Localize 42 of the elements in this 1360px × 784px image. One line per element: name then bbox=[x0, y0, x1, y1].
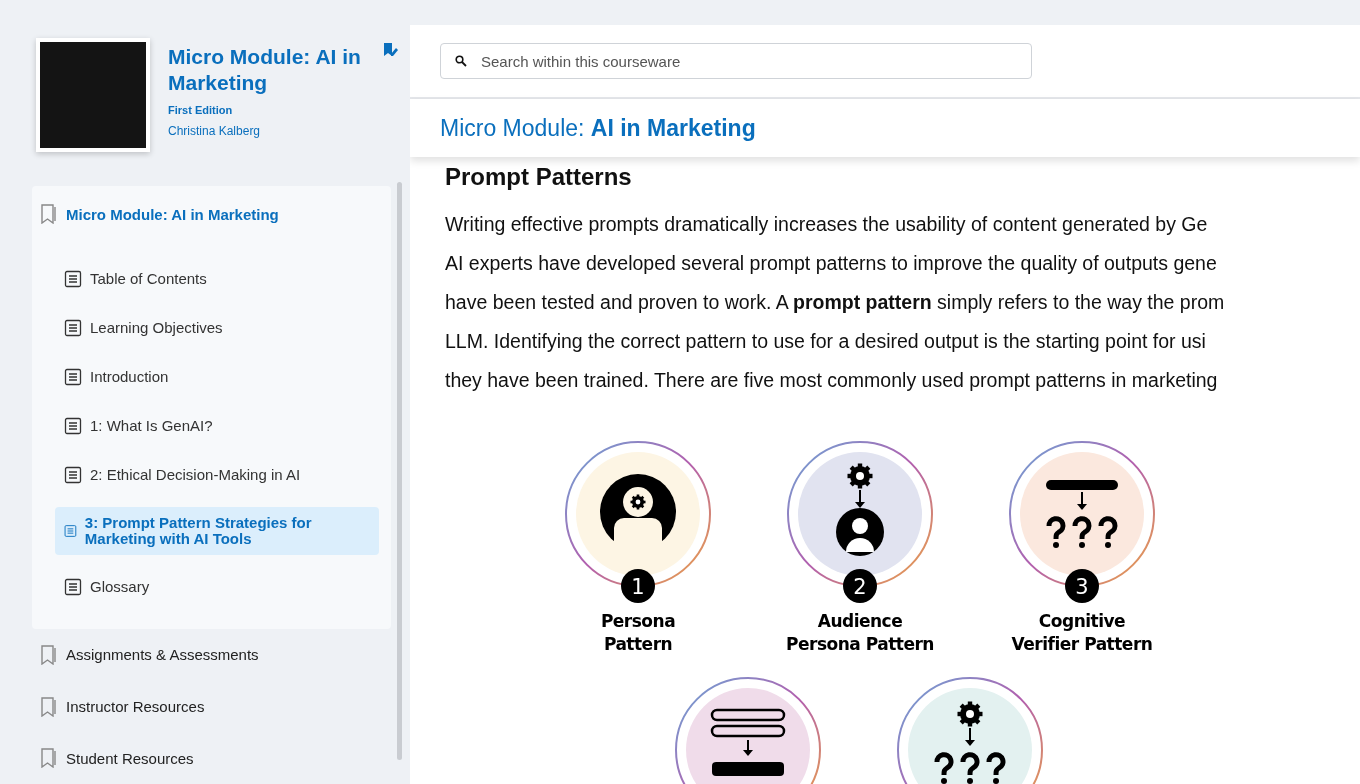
document-icon bbox=[64, 522, 77, 540]
toc-item[interactable]: Learning Objectives bbox=[55, 311, 379, 345]
document-icon bbox=[64, 466, 82, 484]
book-edition: First Edition bbox=[168, 104, 234, 116]
bookmark-edit-icon[interactable] bbox=[382, 42, 398, 58]
pattern-label: Persona Pattern bbox=[600, 610, 676, 656]
pattern-badge-drawing: 1 bbox=[564, 440, 712, 604]
pattern-badge-drawing: 2 bbox=[786, 440, 934, 604]
section-link[interactable]: Student Resources bbox=[66, 749, 194, 767]
section-link[interactable]: Assignments & Assessments bbox=[66, 646, 259, 664]
document-icon bbox=[64, 417, 82, 435]
paragraph-line: LLM. Identifying the correct pattern to use for a desired output is the starting point for usi bbox=[445, 329, 1206, 354]
paragraph-line: AI experts have developed several prompt patterns to improve the quality of outputs gene bbox=[445, 251, 1217, 276]
bookmark-icon bbox=[40, 696, 58, 717]
scrollbar[interactable] bbox=[397, 182, 402, 760]
section-link[interactable]: Instructor Resources bbox=[66, 698, 205, 715]
bookmark-icon bbox=[40, 644, 58, 665]
document-icon bbox=[64, 270, 82, 288]
toc-heading[interactable]: Micro Module: AI in Marketing bbox=[66, 205, 279, 223]
document-icon bbox=[64, 319, 82, 337]
toc-item[interactable]: 1: What Is GenAI? bbox=[55, 409, 379, 443]
toc-item[interactable]: Glossary bbox=[55, 570, 379, 604]
bookmark-icon bbox=[40, 748, 58, 769]
pattern-label: Cognitive Verifier Pattern bbox=[1011, 610, 1153, 656]
pattern-badge-drawing: 3 bbox=[1008, 440, 1156, 604]
bookmark-icon bbox=[40, 204, 58, 224]
paragraph-line: Writing effective prompts dramatically increases the usability of content generated by Ge bbox=[445, 212, 1208, 237]
book-author: Christina Kalberg bbox=[168, 124, 262, 138]
toc-item[interactable]: Table of Contents bbox=[55, 262, 379, 296]
toc-item[interactable]: Introduction bbox=[55, 360, 379, 394]
search-icon bbox=[455, 55, 467, 67]
toc-item[interactable]: 2: Ethical Decision-Making in AI bbox=[55, 458, 379, 492]
toc-item[interactable]: 3: Prompt Pattern Strategies for Marketing with AI Tools bbox=[55, 507, 379, 555]
search-field[interactable]: Search within this courseware bbox=[440, 43, 1032, 79]
document-icon bbox=[64, 578, 82, 596]
paragraph-line: they have been trained. There are five most commonly used prompt patterns in marketing bbox=[445, 368, 1218, 393]
pattern-label: Audience Persona Pattern bbox=[786, 610, 934, 656]
module-title: Micro Module: AI in Marketing bbox=[440, 114, 756, 142]
book-title[interactable]: Micro Module: AI in Marketing bbox=[168, 44, 388, 96]
section-heading: Prompt Patterns bbox=[445, 163, 633, 191]
paragraph-line: have been tested and proven to work. A prompt pattern simply refers to the way the prom bbox=[445, 290, 1225, 315]
document-icon bbox=[64, 368, 82, 386]
